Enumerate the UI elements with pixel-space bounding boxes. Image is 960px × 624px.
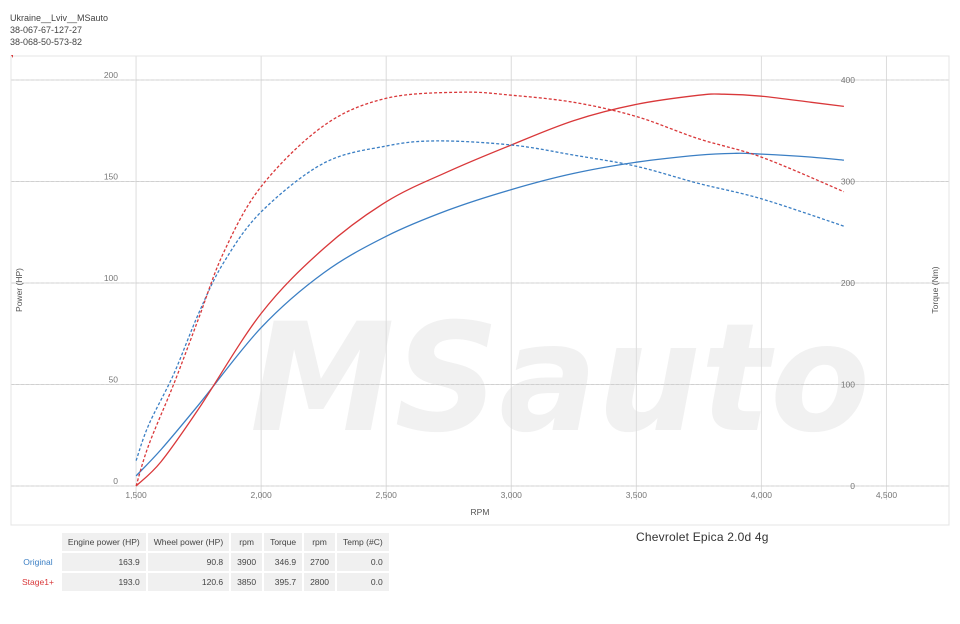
y2-tick-label: 300 [841, 177, 855, 187]
col-power-rpm: rpm [231, 533, 263, 551]
y2-tick-label: 0 [850, 481, 855, 491]
table-cell: 163.9 [61, 553, 146, 571]
y2-axis-label: Torque (Nm) [930, 266, 940, 313]
row-label-original: Original [23, 557, 53, 567]
x-axis-label: RPM [471, 507, 490, 517]
y-tick-label: 0 [113, 476, 118, 486]
y-tick-labels: 0 50 100 150 200 [104, 70, 118, 486]
y2-tick-label: 400 [841, 75, 855, 85]
col-wheel-power: Wheel power (HP) [147, 533, 230, 551]
table-header-row: Engine power (HP) Wheel power (HP) rpm T… [16, 533, 389, 551]
table-cell: 193.0 [61, 573, 146, 591]
y-tick-label: 100 [104, 273, 118, 283]
y-axis-label: Power (HP) [14, 268, 24, 312]
y-tick-label: 50 [109, 375, 119, 385]
table-cell: 120.6 [147, 573, 230, 591]
x-tick-label: 2,500 [376, 490, 398, 500]
x-tick-label: 1,500 [125, 490, 147, 500]
chart-title: Chevrolet Epica 2.0d 4g [636, 530, 769, 544]
x-tick-label: 3,500 [626, 490, 648, 500]
col-torque: Torque [264, 533, 303, 551]
table-cell: 395.7 [264, 573, 303, 591]
table-row: Original 163.9 90.8 3900 346.9 2700 0.0 [16, 553, 389, 571]
table-cell: 2700 [304, 553, 335, 571]
x-tick-label: 3,000 [501, 490, 523, 500]
y2-tick-label: 100 [841, 380, 855, 390]
row-label-stage1: Stage1+ [22, 577, 54, 587]
x-tick-labels: 1,500 2,000 2,500 3,000 3,500 4,000 4,500 [125, 490, 897, 500]
y-tick-label: 150 [104, 172, 118, 182]
x-tick-label: 4,500 [876, 490, 898, 500]
col-torque-rpm: rpm [304, 533, 335, 551]
table-cell: 3900 [231, 553, 263, 571]
watermark-text: MSauto [250, 292, 870, 466]
table-cell: 2800 [304, 573, 335, 591]
col-engine-power: Engine power (HP) [61, 533, 146, 551]
table-row: Stage1+ 193.0 120.6 3850 395.7 2800 0.0 [16, 573, 389, 591]
table-cell: 90.8 [147, 553, 230, 571]
table-cell: 346.9 [264, 553, 303, 571]
table-cell: 3850 [231, 573, 263, 591]
table-cell: 0.0 [337, 573, 389, 591]
results-table: Engine power (HP) Wheel power (HP) rpm T… [14, 531, 391, 593]
y2-tick-label: 200 [841, 278, 855, 288]
table-cell: 0.0 [337, 553, 389, 571]
y-tick-label: 200 [104, 70, 118, 80]
x-tick-label: 4,000 [751, 490, 773, 500]
col-temp: Temp (#C) [337, 533, 389, 551]
x-tick-label: 2,000 [250, 490, 272, 500]
table-corner-cell [16, 533, 60, 551]
